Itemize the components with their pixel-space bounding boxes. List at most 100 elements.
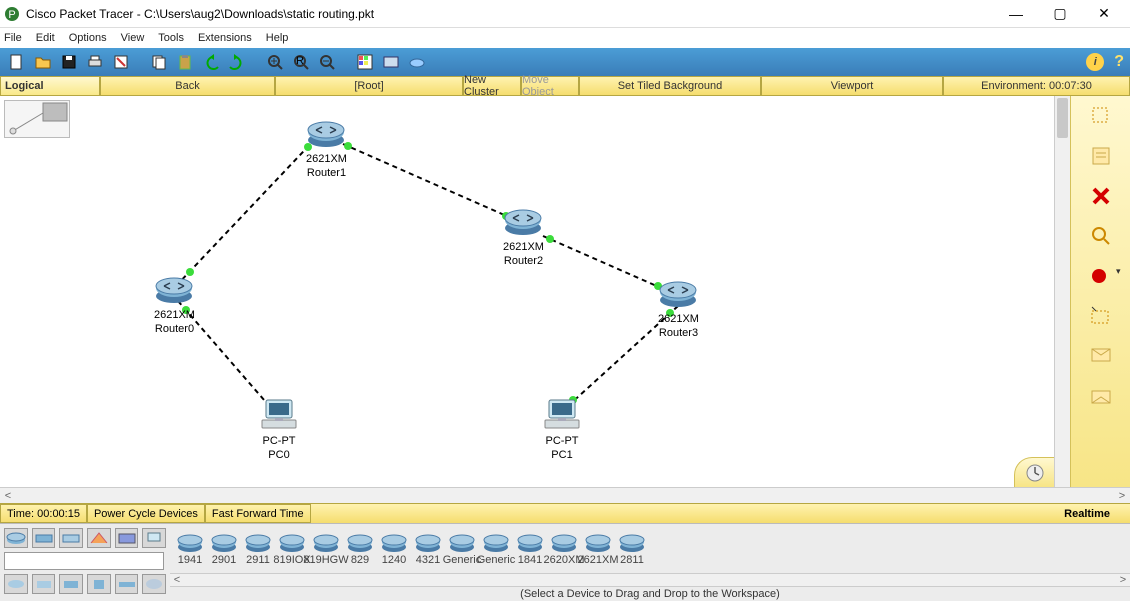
device-pc0[interactable]: PC-PT PC0: [260, 398, 298, 461]
palette-item[interactable]: 4321: [412, 532, 444, 566]
right-toolbar: ▾: [1070, 96, 1130, 487]
complex-pdu-icon[interactable]: [1087, 382, 1115, 410]
power-cycle-button[interactable]: Power Cycle Devices: [87, 504, 205, 523]
palette-label: 2621XM: [578, 554, 619, 566]
vertical-scrollbar[interactable]: [1054, 96, 1070, 487]
palette-item[interactable]: 2621XM: [582, 532, 614, 566]
device-pc1[interactable]: PC-PT PC1: [543, 398, 581, 461]
cat-switches-icon[interactable]: [32, 528, 56, 548]
topology-canvas[interactable]: 2621XM Router0 2621XM Router1 2621XM Rou…: [78, 96, 1054, 487]
palette-item[interactable]: 1240: [378, 532, 410, 566]
wizard-icon[interactable]: [110, 51, 132, 73]
palette-item[interactable]: 2901: [208, 532, 240, 566]
palette-label: Generic: [443, 554, 482, 566]
print-icon[interactable]: [84, 51, 106, 73]
device-search-input[interactable]: [4, 552, 164, 570]
subcat-4-icon[interactable]: [87, 574, 111, 594]
menu-help[interactable]: Help: [266, 32, 289, 44]
nav-tiled-bg[interactable]: Set Tiled Background: [579, 76, 761, 96]
subcat-6-icon[interactable]: [142, 574, 166, 594]
device-model: 2621XM: [503, 241, 544, 253]
cat-routers-icon[interactable]: [4, 528, 28, 548]
mode-realtime[interactable]: Realtime: [1044, 508, 1130, 520]
fast-forward-button[interactable]: Fast Forward Time: [205, 504, 311, 523]
palette-item[interactable]: 1941: [174, 532, 206, 566]
nav-move-object[interactable]: Move Object: [521, 76, 579, 96]
nav-new-cluster[interactable]: New Cluster: [463, 76, 521, 96]
maximize-button[interactable]: ▢: [1038, 0, 1082, 28]
palette-item[interactable]: Generic: [480, 532, 512, 566]
minimize-button[interactable]: —: [994, 0, 1038, 28]
menu-extensions[interactable]: Extensions: [198, 32, 252, 44]
palette-item[interactable]: 819HGW: [310, 532, 342, 566]
palette-scrollbar[interactable]: <>: [170, 574, 1130, 586]
navigation-thumbnail[interactable]: [4, 100, 70, 138]
workspace: 2621XM Router0 2621XM Router1 2621XM Rou…: [0, 96, 1130, 487]
copy-icon[interactable]: [148, 51, 170, 73]
marquee-icon[interactable]: [1087, 302, 1115, 330]
zoom-reset-icon[interactable]: R: [290, 51, 312, 73]
subcat-1-icon[interactable]: [4, 574, 28, 594]
undo-icon[interactable]: [200, 51, 222, 73]
palette-item[interactable]: 1841: [514, 532, 546, 566]
status-bar: Time: 00:00:15 Power Cycle Devices Fast …: [0, 503, 1130, 523]
open-icon[interactable]: [32, 51, 54, 73]
horizontal-scrollbar[interactable]: <>: [0, 487, 1130, 503]
nav-viewport[interactable]: Viewport: [761, 76, 943, 96]
svg-text:R: R: [296, 55, 304, 67]
menu-file[interactable]: File: [4, 32, 22, 44]
paste-icon[interactable]: [174, 51, 196, 73]
close-button[interactable]: ✕: [1082, 0, 1126, 28]
dialog-icon[interactable]: [380, 51, 402, 73]
menu-options[interactable]: Options: [69, 32, 107, 44]
new-icon[interactable]: [6, 51, 28, 73]
nav-logical[interactable]: Logical: [0, 76, 100, 96]
device-label: Router2: [503, 255, 544, 267]
menu-bar: File Edit Options View Tools Extensions …: [0, 28, 1130, 48]
device-router1[interactable]: 2621XM Router1: [306, 118, 347, 179]
save-icon[interactable]: [58, 51, 80, 73]
menu-edit[interactable]: Edit: [36, 32, 55, 44]
simple-pdu-icon[interactable]: [1087, 342, 1115, 370]
cloud-icon[interactable]: [406, 51, 428, 73]
help-icon[interactable]: ?: [1114, 53, 1124, 71]
inspect-icon[interactable]: [1087, 222, 1115, 250]
subcat-3-icon[interactable]: [59, 574, 83, 594]
device-router2[interactable]: 2621XM Router2: [503, 206, 544, 267]
redo-icon[interactable]: [226, 51, 248, 73]
resize-icon[interactable]: ▾: [1087, 262, 1115, 290]
cat-wireless-icon[interactable]: [87, 528, 111, 548]
cat-connections-icon[interactable]: [115, 528, 139, 548]
window-title: Cisco Packet Tracer - C:\Users\aug2\Down…: [26, 7, 374, 21]
device-label: PC1: [543, 449, 581, 461]
nav-back[interactable]: Back: [100, 76, 275, 96]
zoom-out-icon[interactable]: [316, 51, 338, 73]
subcat-5-icon[interactable]: [115, 574, 139, 594]
info-icon[interactable]: i: [1086, 53, 1104, 71]
palette-label: 829: [351, 554, 369, 566]
realtime-toggle-icon[interactable]: [1014, 457, 1054, 487]
menu-tools[interactable]: Tools: [158, 32, 184, 44]
zoom-in-icon[interactable]: [264, 51, 286, 73]
palette-item[interactable]: 2811: [616, 532, 648, 566]
palette-item[interactable]: 2911: [242, 532, 274, 566]
nav-root[interactable]: [Root]: [275, 76, 463, 96]
palette-item[interactable]: 829: [344, 532, 376, 566]
menu-view[interactable]: View: [121, 32, 145, 44]
nav-environment: Environment: 00:07:30: [943, 76, 1130, 96]
palette-item[interactable]: 2620XM: [548, 532, 580, 566]
cat-hubs-icon[interactable]: [59, 528, 83, 548]
palette-icon[interactable]: [354, 51, 376, 73]
cat-end-icon[interactable]: [142, 528, 166, 548]
palette-item[interactable]: Generic: [446, 532, 478, 566]
palette-label: 1841: [518, 554, 542, 566]
app-icon: P: [4, 6, 20, 22]
device-model: PC-PT: [260, 435, 298, 447]
subcat-2-icon[interactable]: [32, 574, 56, 594]
note-icon[interactable]: [1087, 142, 1115, 170]
select-icon[interactable]: [1087, 102, 1115, 130]
device-router3[interactable]: 2621XM Router3: [658, 278, 699, 339]
device-router0[interactable]: 2621XM Router0: [154, 274, 195, 335]
palette-label: 819HGW: [303, 554, 348, 566]
delete-icon[interactable]: [1087, 182, 1115, 210]
